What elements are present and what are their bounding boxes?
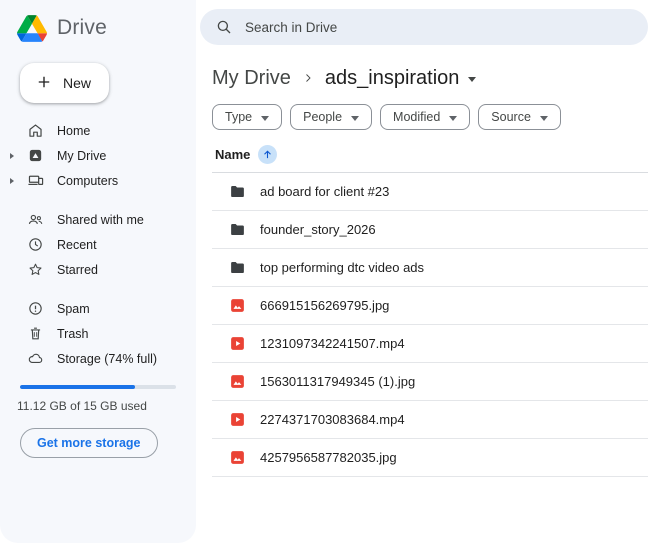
sidebar-item-shared-with-me[interactable]: Shared with me: [0, 207, 196, 232]
sidebar: Drive New Home My Drive Computers Shared…: [0, 0, 196, 543]
file-row[interactable]: 666915156269795.jpg: [212, 287, 648, 325]
sidebar-item-home[interactable]: Home: [0, 118, 196, 143]
folder-icon: [229, 183, 246, 200]
file-row[interactable]: 2274371703083684.mp4: [212, 401, 648, 439]
file-list-header: Name: [212, 143, 648, 165]
main-panel: My Drive ads_inspiration Type People Mod…: [196, 0, 653, 549]
sidebar-item-recent[interactable]: Recent: [0, 232, 196, 257]
file-row[interactable]: ad board for client #23: [212, 173, 648, 211]
sidebar-item-spam[interactable]: Spam: [0, 296, 196, 321]
storage-usage-text: 11.12 GB of 15 GB used: [17, 399, 147, 413]
computers-icon: [27, 172, 44, 189]
app-logo-row: Drive: [0, 12, 196, 44]
trash-icon: [27, 325, 44, 342]
breadcrumb-current-folder[interactable]: ads_inspiration: [325, 67, 477, 90]
sidebar-item-starred[interactable]: Starred: [0, 257, 196, 282]
get-more-storage-button[interactable]: Get more storage: [20, 428, 158, 458]
image-file-icon: [229, 373, 246, 390]
sort-ascending-button[interactable]: [258, 144, 278, 164]
shared-with-me-icon: [27, 211, 44, 228]
image-file-icon: [229, 449, 246, 466]
nav-section-shared: Shared with me Recent Starred: [0, 207, 196, 282]
image-file-icon: [229, 297, 246, 314]
storage-progress-fill: [20, 385, 136, 389]
file-row[interactable]: 1231097342241507.mp4: [212, 325, 648, 363]
video-file-icon: [229, 411, 246, 428]
filter-chip-type[interactable]: Type: [212, 104, 283, 130]
chevron-down-icon: [261, 115, 270, 121]
storage-cloud-icon: [27, 350, 44, 367]
new-button-label: New: [63, 75, 92, 91]
name-column-header[interactable]: Name: [215, 147, 250, 162]
sidebar-item-computers[interactable]: Computers: [0, 168, 196, 193]
folder-icon: [229, 259, 246, 276]
file-row[interactable]: founder_story_2026: [212, 211, 648, 249]
file-row[interactable]: 4257956587782035.jpg: [212, 439, 648, 477]
file-row[interactable]: 1563011317949345 (1).jpg: [212, 363, 648, 401]
chevron-down-icon: [539, 115, 548, 121]
storage-progress-bar: [20, 385, 176, 389]
sidebar-item-trash[interactable]: Trash: [0, 321, 196, 346]
file-row[interactable]: top performing dtc video ads: [212, 249, 648, 287]
nav-section-drive: Home My Drive Computers: [0, 118, 196, 193]
file-list: ad board for client #23 founder_story_20…: [212, 173, 648, 477]
folder-menu-caret-icon[interactable]: [468, 77, 477, 82]
filter-chip-source[interactable]: Source: [478, 104, 561, 130]
folder-icon: [229, 221, 246, 238]
sidebar-nav: Home My Drive Computers Shared with me R…: [0, 118, 196, 371]
filter-chip-modified[interactable]: Modified: [380, 104, 471, 130]
nav-section-storage: Spam Trash Storage (74% full): [0, 296, 196, 371]
sidebar-item-my-drive[interactable]: My Drive: [0, 143, 196, 168]
plus-icon: [35, 73, 53, 94]
chevron-down-icon: [351, 115, 360, 121]
my-drive-icon: [27, 147, 44, 164]
starred-icon: [27, 261, 44, 278]
new-button[interactable]: New: [20, 63, 109, 103]
recent-icon: [27, 236, 44, 253]
expand-chevron-icon[interactable]: [10, 177, 14, 184]
filter-chips: Type People Modified Source: [212, 104, 648, 130]
breadcrumb-my-drive[interactable]: My Drive: [212, 67, 291, 90]
search-icon: [215, 18, 233, 36]
spam-icon: [27, 300, 44, 317]
expand-chevron-icon[interactable]: [10, 152, 14, 159]
content-area: My Drive ads_inspiration Type People Mod…: [212, 65, 648, 477]
drive-logo-icon: [17, 14, 47, 42]
sidebar-item-storage[interactable]: Storage (74% full): [0, 346, 196, 371]
app-title: Drive: [57, 16, 108, 39]
search-bar[interactable]: [200, 9, 648, 45]
chevron-right-icon: [302, 72, 314, 84]
breadcrumb: My Drive ads_inspiration: [212, 65, 648, 91]
filter-chip-people[interactable]: People: [290, 104, 373, 130]
search-input[interactable]: [245, 19, 642, 35]
video-file-icon: [229, 335, 246, 352]
chevron-down-icon: [449, 115, 458, 121]
home-icon: [27, 122, 44, 139]
